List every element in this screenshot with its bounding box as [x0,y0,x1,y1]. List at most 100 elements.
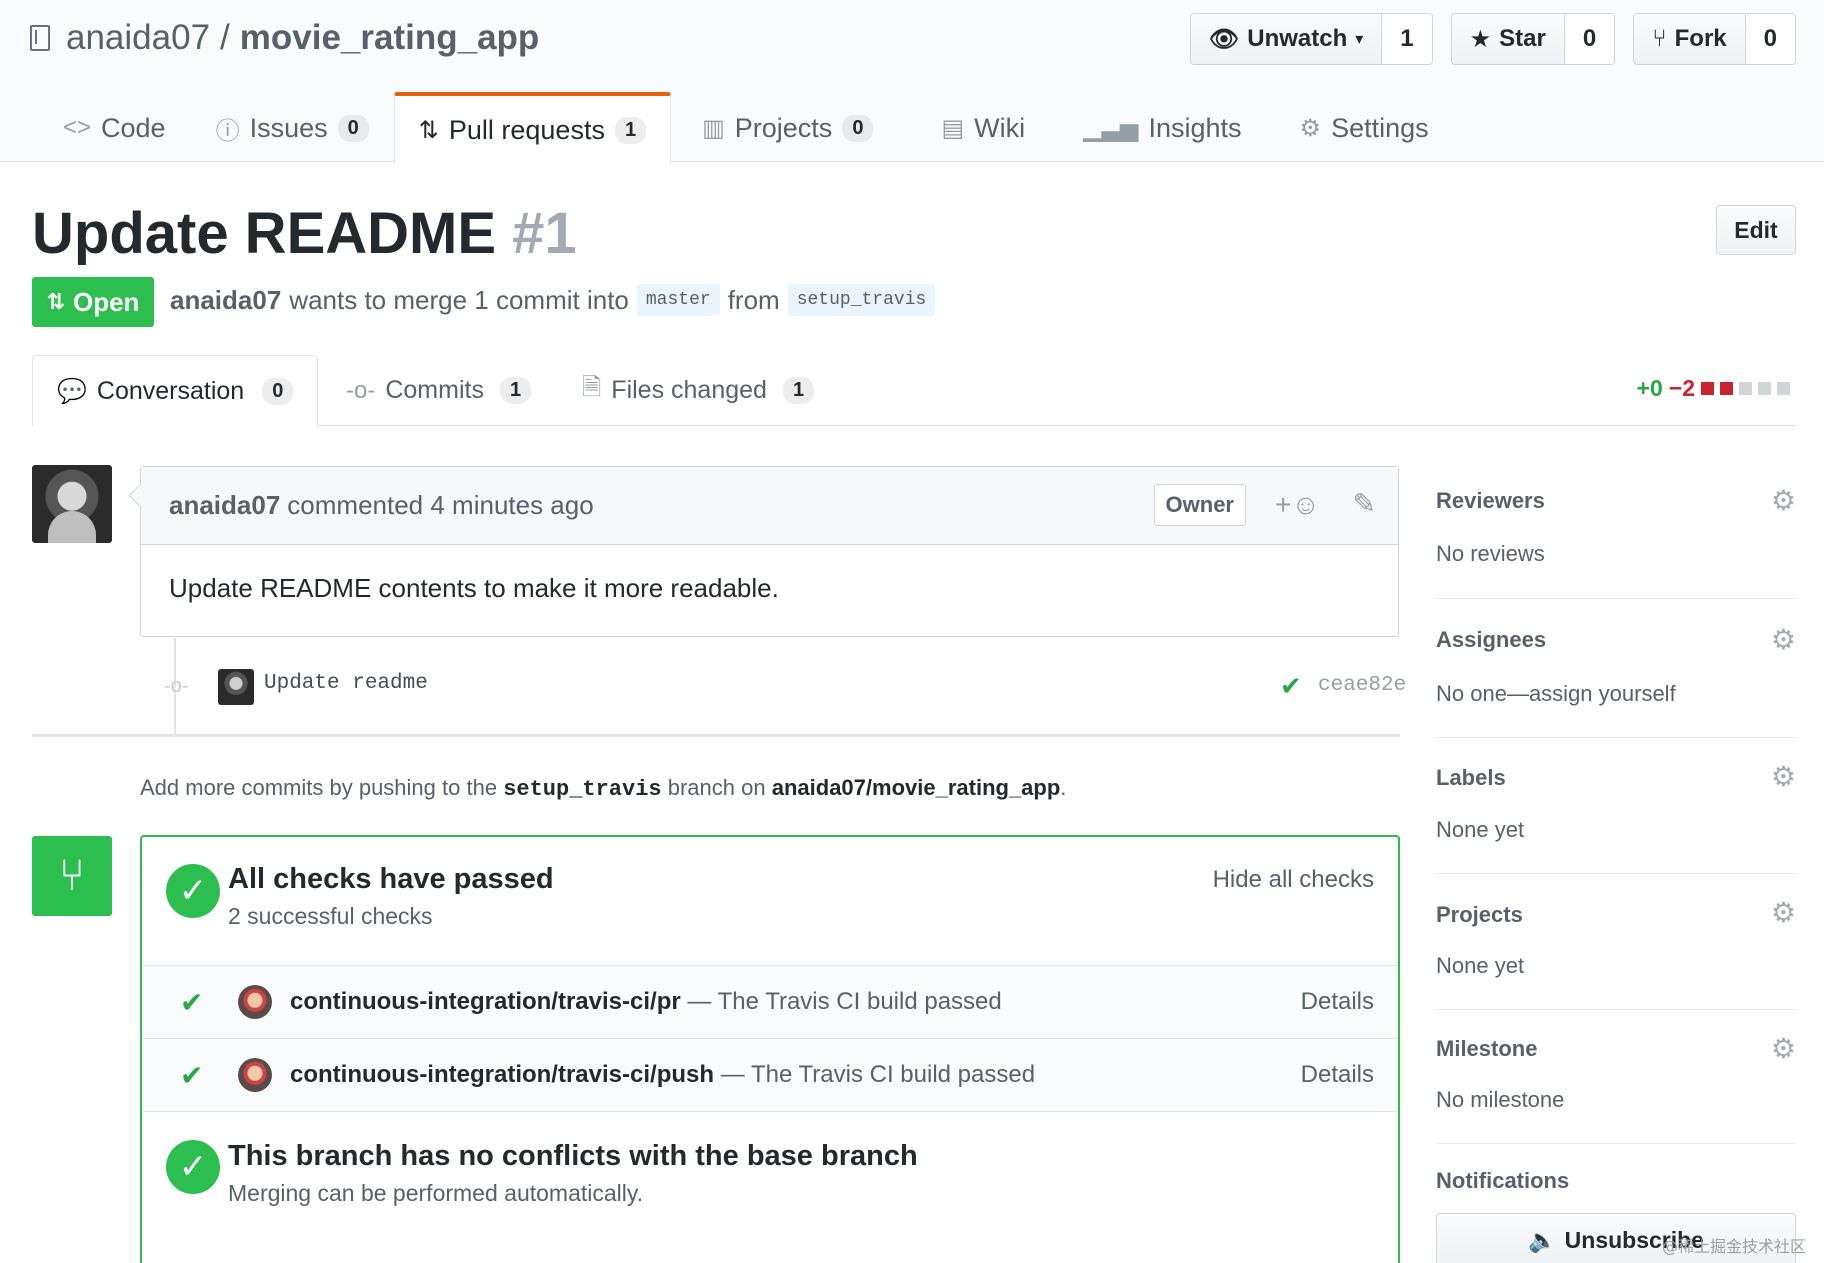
comment-header: anaida07 commented 4 minutes ago Owner +… [141,467,1398,545]
edit-title-button[interactable]: Edit [1716,205,1796,255]
star-icon: ★ [1469,25,1492,53]
gear-icon[interactable]: ⚙ [1771,484,1796,517]
push-help-middle: branch on [667,775,766,800]
tab-projects[interactable]: ▥ Projects 0 [677,92,898,163]
tab-code[interactable]: <> Code [38,92,191,163]
push-help-text: Add more commits by pushing to the setup… [140,775,1066,802]
reviewers-heading[interactable]: Reviewers [1436,488,1545,514]
base-branch[interactable]: master [636,284,720,316]
tab-files-changed[interactable]: 🗎 Files changed 1 [582,355,815,426]
pr-tabnav: 💬 Conversation 0 -o- Commits 1 🗎 Files c… [32,355,1796,427]
tab-conversation[interactable]: 💬 Conversation 0 [32,355,319,427]
forks-count[interactable]: 0 [1745,14,1795,64]
unwatch-button[interactable]: 👁 Unwatch ▾ [1190,14,1383,64]
repo-nav: <> Code ⓘ Issues 0 ⇅ Pull requests 1 ▥ P… [38,92,1454,164]
notifications-heading: Notifications [1436,1168,1570,1193]
repo-name-link[interactable]: movie_rating_app [240,18,540,58]
check-text: continuous-integration/travis-ci/push — … [290,1061,1035,1089]
tab-pull-requests[interactable]: ⇅ Pull requests 1 [393,92,672,164]
checks-title: All checks have passed [228,863,554,895]
assignees-value[interactable]: No one—assign yourself [1436,681,1676,707]
merge-conflict-status: ✓ This branch has no conflicts with the … [142,1111,1398,1241]
check-row: ✔ continuous-integration/travis-ci/push … [142,1038,1398,1111]
check-description: — The Travis CI build passed [687,988,1002,1015]
check-icon: ✔ [180,986,204,1018]
caret-down-icon: ▾ [1355,31,1364,48]
star-label: Star [1499,25,1546,52]
git-commit-icon: -o- [164,675,189,697]
conflict-subtitle: Merging can be performed automatically. [228,1180,644,1206]
unwatch-label: Unwatch [1247,25,1348,52]
check-description: — The Travis CI build passed [720,1061,1036,1088]
hide-all-checks-link[interactable]: Hide all checks [1213,866,1374,894]
diffstat-block [1777,382,1790,395]
pr-meta-text: wants to merge 1 commit into [289,284,629,315]
tab-wiki-label: Wiki [974,112,1026,143]
fork-button[interactable]: ⑂ Fork [1634,14,1746,64]
labels-value: None yet [1436,817,1525,842]
pr-title-text: Update README [32,201,497,266]
checks-summary: ✓ All checks have passed 2 successful ch… [142,837,1398,965]
commit-message-link[interactable]: Update readme [264,672,428,695]
comment-timestamp[interactable]: commented 4 minutes ago [287,490,593,521]
commit-author-avatar[interactable] [218,669,254,705]
sidebar-projects: Projects ⚙ None yet [1436,874,1796,1010]
files-changed-counter: 1 [782,377,815,404]
sidebar-assignees: Assignees ⚙ No one—assign yourself [1436,599,1796,738]
check-details-link[interactable]: Details [1301,1061,1374,1089]
tab-wiki[interactable]: ▤ Wiki [916,92,1050,163]
comment-body: Update README contents to make it more r… [169,573,779,603]
comment-discussion-icon: 💬 [57,377,87,405]
head-branch[interactable]: setup_travis [787,284,936,316]
fork-button-group: ⑂ Fork 0 [1633,13,1796,65]
travis-ci-avatar [238,985,272,1019]
tab-issues[interactable]: ⓘ Issues 0 [191,92,394,163]
tab-projects-label: Projects [734,112,833,143]
gear-icon[interactable]: ⚙ [1771,1032,1796,1065]
repo-owner-link[interactable]: anaida07 [66,18,210,58]
fork-label: Fork [1674,25,1727,52]
check-icon[interactable]: ✔ [1280,671,1302,702]
diffstat-additions: +0 [1636,375,1663,401]
pencil-icon[interactable]: ✎ [1353,487,1376,520]
tab-insights[interactable]: ▁▃▅ Insights [1058,92,1266,163]
reviewers-value: No reviews [1436,541,1545,566]
pr-number: #1 [512,201,577,266]
star-button[interactable]: ★ Star [1451,14,1565,64]
pr-author-link[interactable]: anaida07 [170,285,281,316]
tab-files-changed-label: Files changed [611,376,767,404]
issue-opened-icon: ⓘ [215,117,240,145]
commit-sha-link[interactable]: ceae82e [1318,674,1406,697]
checks-subtitle: 2 successful checks [228,903,433,929]
git-commit-icon: -o- [346,376,376,404]
watchers-count[interactable]: 1 [1382,14,1432,64]
merge-status-box: ✓ All checks have passed 2 successful ch… [140,835,1400,1263]
milestone-heading[interactable]: Milestone [1436,1036,1537,1062]
owner-label: Owner [1153,484,1246,526]
tab-commits[interactable]: -o- Commits 1 [346,355,532,426]
star-button-group: ★ Star 0 [1450,13,1616,65]
check-details-link[interactable]: Details [1301,988,1374,1016]
pr-title: Update README #1 [32,200,577,267]
comment-author-link[interactable]: anaida07 [169,490,280,521]
diffstat-block [1720,382,1733,395]
code-icon: <> [63,114,92,141]
tab-code-label: Code [101,112,166,143]
stargazers-count[interactable]: 0 [1564,14,1615,64]
add-reaction-icon[interactable]: +☺ [1275,489,1320,521]
projects-heading[interactable]: Projects [1436,902,1523,928]
gear-icon[interactable]: ⚙ [1771,623,1796,656]
tab-settings[interactable]: ⚙ Settings [1275,92,1454,163]
pull-requests-counter: 1 [614,116,647,144]
projects-counter: 0 [842,114,874,142]
commits-counter: 1 [499,377,532,404]
gear-icon[interactable]: ⚙ [1771,760,1796,793]
gear-icon[interactable]: ⚙ [1771,896,1796,929]
labels-heading[interactable]: Labels [1436,765,1506,791]
conversation-counter: 0 [262,377,294,405]
travis-ci-avatar [238,1058,272,1092]
git-pull-request-icon: ⇅ [418,116,439,144]
author-avatar[interactable] [32,465,112,543]
diffstat: +0 −2 [1637,375,1790,402]
assignees-heading[interactable]: Assignees [1436,627,1546,653]
